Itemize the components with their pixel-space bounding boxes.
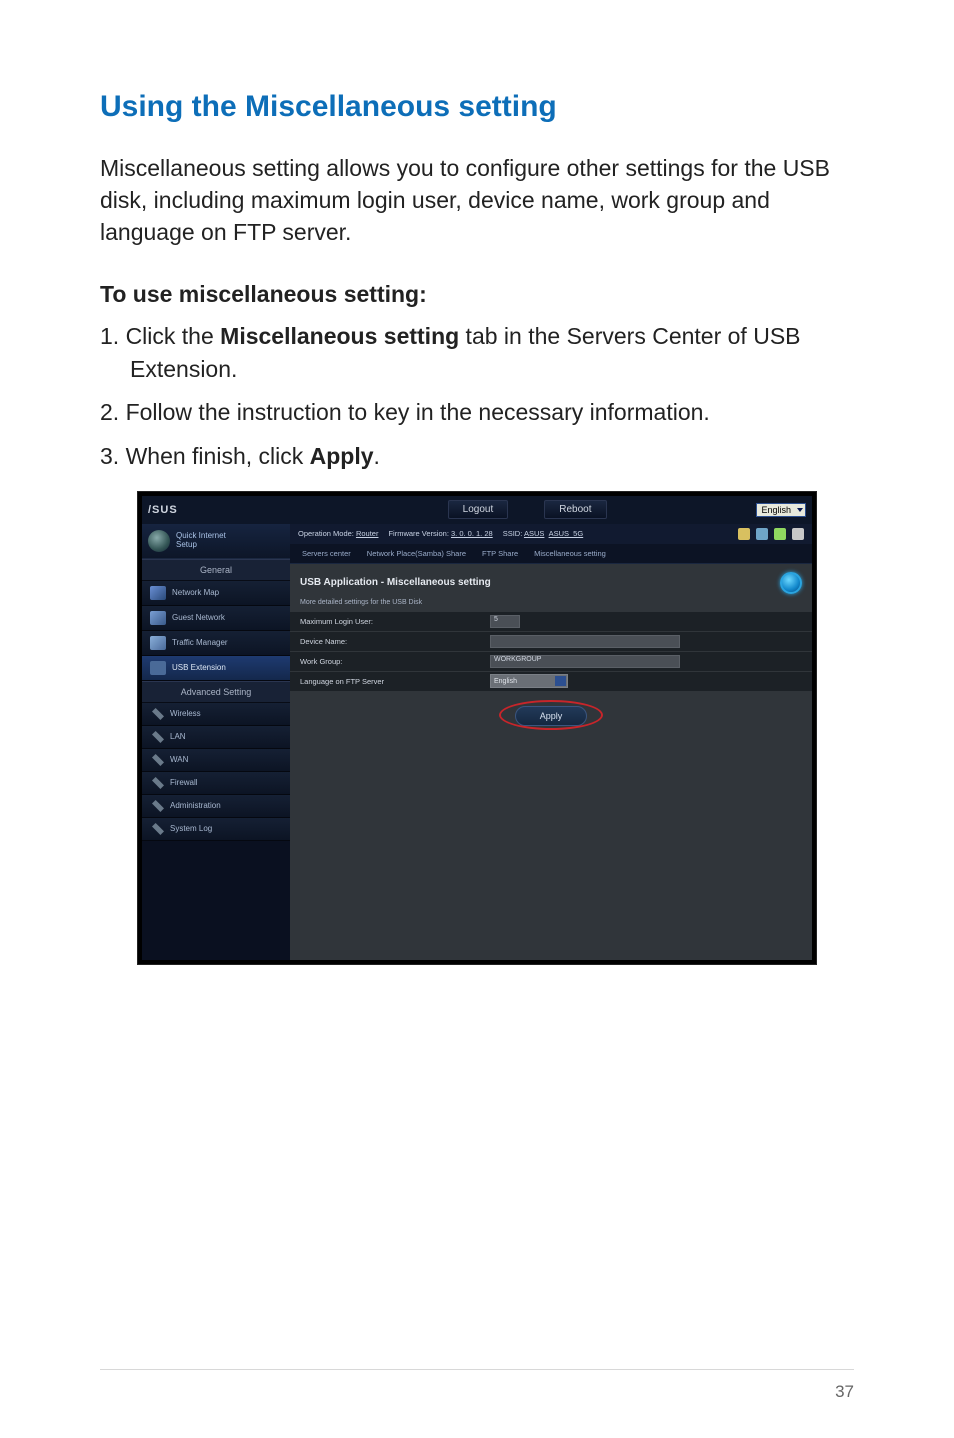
sidebar-item-usb-extension[interactable]: USB Extension xyxy=(142,656,290,681)
router-topbar: /SUS Logout Reboot English xyxy=(142,496,812,524)
sidebar-section-general: General xyxy=(142,559,290,581)
pane-subtitle: More detailed settings for the USB Disk xyxy=(290,599,812,612)
usb-extension-icon xyxy=(150,661,166,675)
sidebar-item-guest-network[interactable]: Guest Network xyxy=(142,606,290,631)
sidebar-item-label: Firewall xyxy=(170,778,198,787)
sidebar-item-lan[interactable]: LAN xyxy=(142,726,290,749)
tab-servers-center[interactable]: Servers center xyxy=(298,547,355,560)
tab-miscellaneous[interactable]: Miscellaneous setting xyxy=(530,547,610,560)
sidebar-item-label: Administration xyxy=(170,801,221,810)
step-2: 2. Follow the instruction to key in the … xyxy=(100,396,854,429)
sidebar-item-wan[interactable]: WAN xyxy=(142,749,290,772)
sidebar-item-traffic-manager[interactable]: Traffic Manager xyxy=(142,631,290,656)
tab-samba-share[interactable]: Network Place(Samba) Share xyxy=(363,547,470,560)
tabs-bar: Servers center Network Place(Samba) Shar… xyxy=(290,544,812,564)
help-icon[interactable] xyxy=(780,572,802,594)
max-login-label: Maximum Login User: xyxy=(290,617,490,626)
page-heading: Using the Miscellaneous setting xyxy=(100,90,854,124)
firmware-link[interactable]: 3. 0. 0. 1. 28 xyxy=(451,529,493,538)
status-icon[interactable] xyxy=(774,528,786,540)
status-icon[interactable] xyxy=(738,528,750,540)
sidebar-item-label: Guest Network xyxy=(172,613,225,622)
step-3: 3. When finish, click Apply. xyxy=(100,440,854,473)
asus-logo: /SUS xyxy=(148,504,178,516)
globe-icon xyxy=(148,530,170,552)
form-row-workgroup: Work Group: WORKGROUP xyxy=(290,652,812,672)
intro-paragraph: Miscellaneous setting allows you to conf… xyxy=(100,152,854,249)
wrench-icon xyxy=(152,823,164,835)
guest-network-icon xyxy=(150,611,166,625)
pane-title: USB Application - Miscellaneous setting xyxy=(300,577,491,588)
ssid-link[interactable]: ASUS xyxy=(524,529,544,538)
highlight-ellipse xyxy=(499,700,603,730)
sidebar: Quick Internet Setup General Network Map… xyxy=(142,524,290,960)
operation-mode-link[interactable]: Router xyxy=(356,529,379,538)
wrench-icon xyxy=(152,708,164,720)
operation-bar: Operation Mode: Router Firmware Version:… xyxy=(290,524,812,544)
network-map-icon xyxy=(150,586,166,600)
form-row-device-name: Device Name: xyxy=(290,632,812,652)
traffic-manager-icon xyxy=(150,636,166,650)
language-selector[interactable]: English xyxy=(756,503,806,517)
reboot-button[interactable]: Reboot xyxy=(544,500,606,519)
wrench-icon xyxy=(152,777,164,789)
wrench-icon xyxy=(152,800,164,812)
step-1: 1. Click the Miscellaneous setting tab i… xyxy=(100,320,854,387)
form-row-ftp-language: Language on FTP Server English xyxy=(290,672,812,692)
tab-ftp-share[interactable]: FTP Share xyxy=(478,547,522,560)
ssid2-link[interactable]: ASUS_5G xyxy=(549,529,584,538)
sidebar-item-label: LAN xyxy=(170,732,186,741)
content-area: Operation Mode: Router Firmware Version:… xyxy=(290,524,812,960)
wrench-icon xyxy=(152,754,164,766)
ftp-lang-label: Language on FTP Server xyxy=(290,677,490,686)
sidebar-item-network-map[interactable]: Network Map xyxy=(142,581,290,606)
steps-list: 1. Click the Miscellaneous setting tab i… xyxy=(100,320,854,473)
qis-line2: Setup xyxy=(176,541,226,550)
device-name-input[interactable] xyxy=(490,635,680,648)
empty-space xyxy=(290,750,812,960)
apply-area: Apply xyxy=(290,692,812,750)
sidebar-item-administration[interactable]: Administration xyxy=(142,795,290,818)
sidebar-item-label: USB Extension xyxy=(172,663,226,672)
quick-internet-setup[interactable]: Quick Internet Setup xyxy=(142,524,290,559)
status-icon[interactable] xyxy=(792,528,804,540)
form-row-max-login: Maximum Login User: 5 xyxy=(290,612,812,632)
device-name-label: Device Name: xyxy=(290,637,490,646)
wrench-icon xyxy=(152,731,164,743)
sidebar-item-system-log[interactable]: System Log xyxy=(142,818,290,841)
sidebar-section-advanced: Advanced Setting xyxy=(142,681,290,703)
sidebar-item-label: WAN xyxy=(170,755,188,764)
sidebar-item-label: Traffic Manager xyxy=(172,638,228,647)
footer-divider xyxy=(100,1369,854,1370)
workgroup-label: Work Group: xyxy=(290,657,490,666)
sidebar-item-firewall[interactable]: Firewall xyxy=(142,772,290,795)
sidebar-item-label: Network Map xyxy=(172,588,219,597)
ftp-lang-select[interactable]: English xyxy=(490,674,568,688)
max-login-input[interactable]: 5 xyxy=(490,615,520,628)
router-admin-screenshot: /SUS Logout Reboot English Quick Interne… xyxy=(137,491,817,965)
sidebar-item-wireless[interactable]: Wireless xyxy=(142,703,290,726)
sub-heading: To use miscellaneous setting: xyxy=(100,281,854,308)
status-icon[interactable] xyxy=(756,528,768,540)
page-number: 37 xyxy=(835,1382,854,1402)
workgroup-input[interactable]: WORKGROUP xyxy=(490,655,680,668)
logout-button[interactable]: Logout xyxy=(448,500,509,519)
sidebar-item-label: System Log xyxy=(170,824,212,833)
sidebar-item-label: Wireless xyxy=(170,709,201,718)
